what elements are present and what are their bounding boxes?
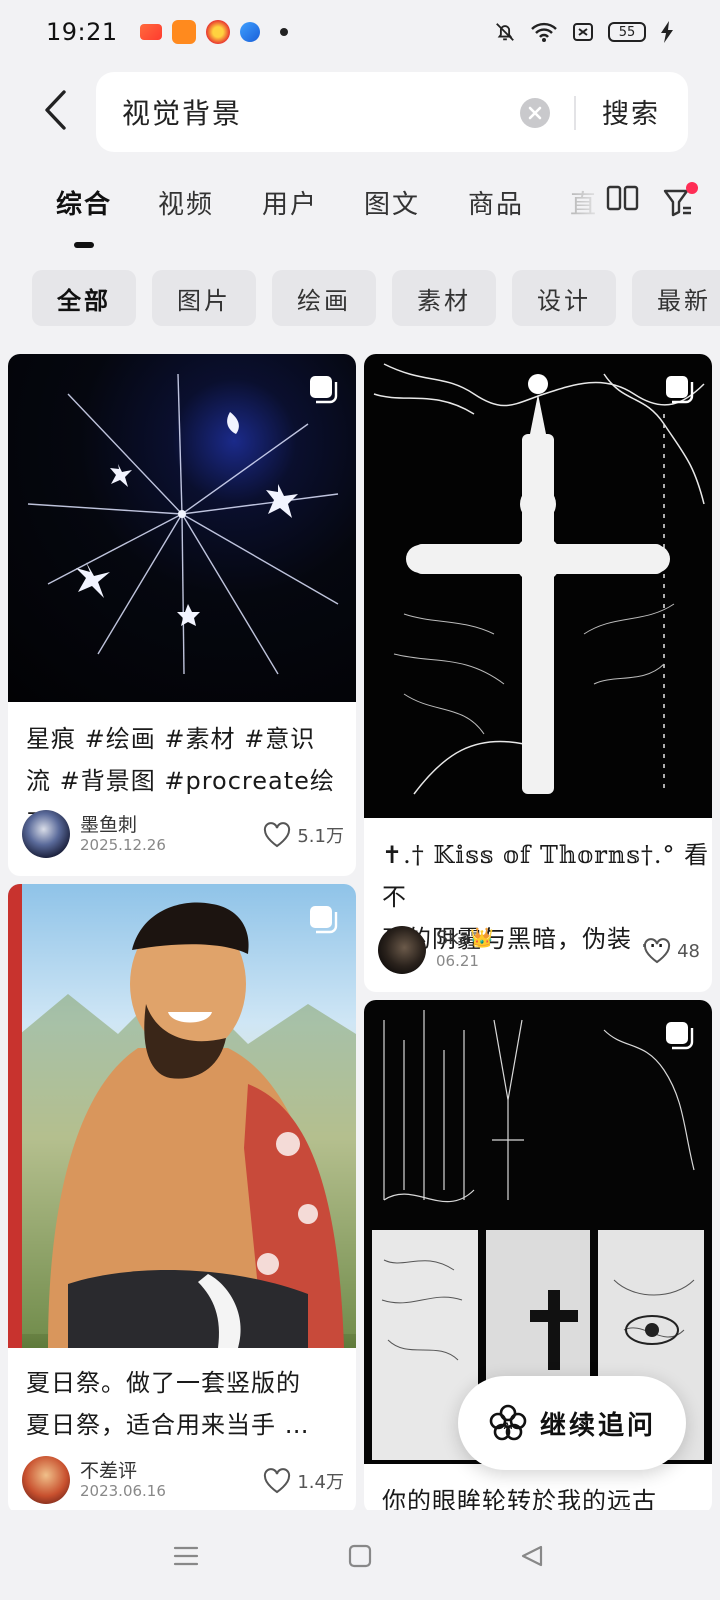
back-triangle-icon [521,1545,543,1567]
chevron-left-icon [45,90,66,130]
active-tab-indicator [74,242,94,248]
card-title: 夏日祭。做了一套竖版的 夏日祭，适合用来当手 … [26,1362,310,1446]
chip-all[interactable]: 全部 [32,270,136,326]
clear-search-button[interactable] [520,98,550,128]
battery-indicator: 55 [608,22,646,42]
app-notification-icon [205,20,230,44]
author-name[interactable]: 不差评 [80,1456,137,1483]
card-meta: Ska👑 06.21 48 [378,926,700,978]
chip-latest[interactable]: 最新 [632,270,720,326]
charging-icon [661,21,673,43]
multi-image-icon [310,376,338,404]
status-time: 19:21 [46,18,118,46]
tab-notes[interactable]: 图文 [364,184,420,221]
filter-badge-dot [686,182,698,194]
avatar[interactable] [22,810,70,858]
card-title-line: 星痕 #绘画 #素材 #意识 [26,725,316,753]
wifi-icon [531,22,557,42]
filter-chips: 全部 图片 绘画 素材 设计 最新 [32,270,720,326]
like-count: 48 [677,940,700,962]
card-meta: 墨鱼刺 2025.12.26 5.1万 [22,810,344,862]
ai-follow-up-label: 继续追问 [540,1410,657,1441]
feed-card[interactable]: ✝.† 𝕂𝕚𝕤𝕤 𝕠𝕗 𝕋𝕙𝕠𝕣𝕟𝕤†.° 看不 到的阴霾与黑暗，伪装 … Sk… [364,354,712,992]
search-divider [574,96,576,130]
feed-card[interactable]: 星痕 #绘画 #素材 #意识 流 #背景图 #procreate绘画 墨鱼刺 2… [8,354,356,876]
home-nav-button[interactable] [340,1536,380,1576]
chip-design[interactable]: 设计 [512,270,616,326]
back-nav-button[interactable] [512,1536,552,1576]
multi-image-icon [310,906,338,934]
avatar[interactable] [378,926,426,974]
card-title-line: 夏日祭。做了一套竖版的 [26,1369,301,1397]
app-notification-icon [139,24,162,40]
like-count: 5.1万 [297,826,344,847]
more-notifications-dot [279,28,288,36]
feed-card[interactable]: 夏日祭。做了一套竖版的 夏日祭，适合用来当手 … 不差评 2023.06.16 … [8,884,356,1514]
system-navigation-bar [0,1510,720,1600]
heart-icon [264,822,291,848]
card-cover-image [8,884,356,1348]
anime-character-artwork [8,884,356,1348]
sim-icon [573,23,593,41]
card-title-line: 你的眼眸轮转於我的远古 [382,1487,657,1514]
chip-material[interactable]: 素材 [392,270,496,326]
post-date: 2023.06.16 [80,1482,166,1500]
author-name[interactable]: 墨鱼刺 [80,810,137,837]
search-query: 视觉背景 [122,97,243,130]
mute-bell-icon [496,23,514,41]
like-button[interactable]: 5.1万 [263,822,344,848]
multi-image-icon [666,1022,694,1050]
ai-badge-text: AI [504,1421,513,1431]
card-title: 你的眼眸轮转於我的远古 [382,1480,657,1514]
search-input[interactable]: 视觉背景 搜索 [96,72,688,152]
ai-follow-up-button[interactable]: AI 继续追问 [458,1376,686,1470]
app-notification-icon [239,22,260,42]
menu-icon [173,1546,199,1566]
notification-icons [139,20,288,44]
multi-image-icon [666,376,694,404]
card-meta: 不差评 2023.06.16 1.4万 [22,1456,344,1508]
tab-products[interactable]: 商品 [468,184,524,221]
gothic-cross-artwork [373,363,705,795]
grid-layout-icon [606,185,639,211]
back-button[interactable] [34,86,78,134]
post-date: 06.21 [436,952,479,970]
heart-icon [644,938,671,964]
starburst-artwork [27,373,339,675]
chip-images[interactable]: 图片 [152,270,256,326]
ai-flower-icon: AI [489,1404,527,1441]
like-button[interactable]: 48 [643,938,700,964]
home-square-icon [348,1544,372,1568]
search-header: 视觉背景 搜索 [0,70,720,152]
card-title-line: 夏日祭，适合用来当手 … [26,1411,310,1439]
layout-toggle-button[interactable] [606,184,640,218]
filter-button[interactable] [662,182,698,220]
search-button[interactable]: 搜索 [602,92,660,131]
card-cover-image [8,354,356,702]
like-count: 1.4万 [297,1472,344,1493]
like-button[interactable]: 1.4万 [263,1468,344,1494]
status-bar: 19:21 55 [0,0,720,64]
author-name[interactable]: Ska👑 [436,926,494,949]
avatar[interactable] [22,1456,70,1504]
menu-nav-button[interactable] [166,1536,206,1576]
post-date: 2025.12.26 [80,836,166,854]
app-notification-icon [171,20,196,44]
close-icon [528,106,542,120]
chip-painting[interactable]: 绘画 [272,270,376,326]
tab-video[interactable]: 视频 [158,184,214,221]
tab-comprehensive[interactable]: 综合 [56,184,112,221]
result-tabs: 综合 视频 用户 图文 商品 直 [0,178,720,250]
tab-users[interactable]: 用户 [262,184,318,221]
heart-icon [264,1468,291,1494]
card-cover-image [364,354,712,818]
card-title-line: ✝.† 𝕂𝕚𝕤𝕤 𝕠𝕗 𝕋𝕙𝕠𝕣𝕟𝕤†.° 看不 [382,841,710,911]
